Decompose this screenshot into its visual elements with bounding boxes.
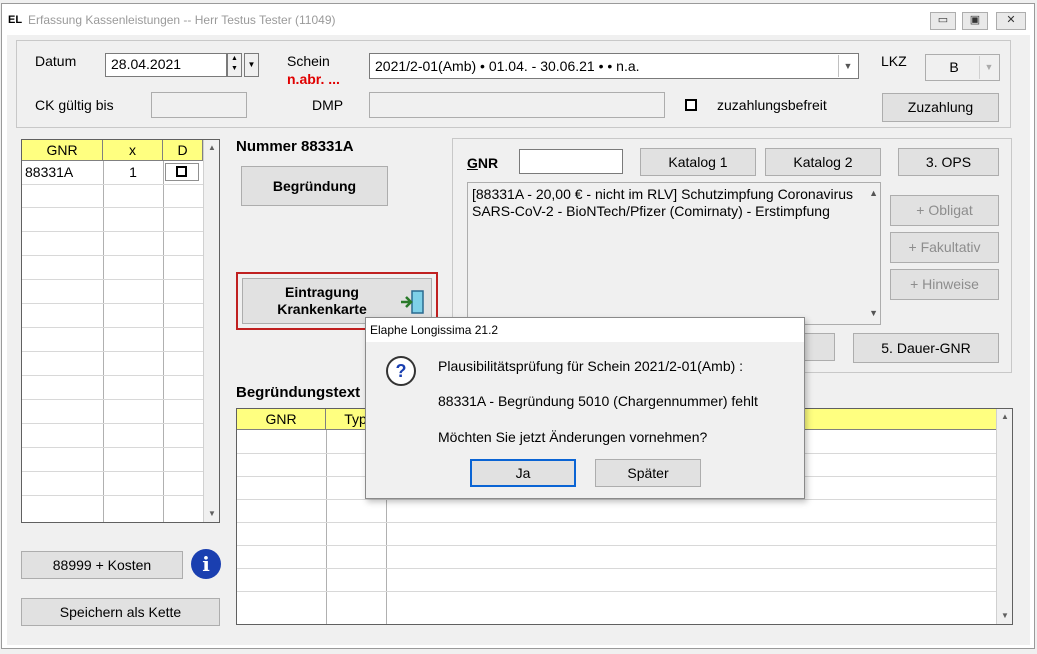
row-line xyxy=(22,279,203,280)
schein-select-value: 2021/2-01(Amb) • 01.04. - 30.06.21 • • n… xyxy=(375,58,640,74)
question-icon: ? xyxy=(386,356,416,386)
hinweise-button[interactable]: + Hinweise xyxy=(890,269,999,300)
col-header-gnr[interactable]: GNR xyxy=(237,409,326,430)
dmp-field xyxy=(369,92,665,118)
eintragung-label-2: Krankenkarte xyxy=(277,301,367,317)
row-line xyxy=(22,303,203,304)
dialog-title[interactable]: Elaphe Longissima 21.2 xyxy=(366,318,804,342)
obligat-button[interactable]: + Obligat xyxy=(890,195,999,226)
chevron-down-icon[interactable]: ▼ xyxy=(838,55,857,77)
info-icon[interactable]: i xyxy=(191,549,221,579)
row-line xyxy=(237,591,996,592)
row-line xyxy=(22,495,203,496)
katalog1-button[interactable]: Katalog 1 xyxy=(640,148,756,176)
close-button[interactable]: ✕ xyxy=(996,12,1026,30)
d-checkbox[interactable] xyxy=(176,166,187,177)
dauer-gnr-button[interactable]: 5. Dauer-GNR xyxy=(853,333,999,363)
row-line xyxy=(22,423,203,424)
gnr-search-label: GNR xyxy=(467,155,499,171)
datum-label: Datum xyxy=(35,53,77,69)
scroll-up-icon[interactable]: ▲ xyxy=(869,185,878,202)
row-line xyxy=(237,522,996,523)
row-line xyxy=(22,327,203,328)
cell-d[interactable] xyxy=(165,163,199,181)
row-line xyxy=(22,471,203,472)
col-divider xyxy=(103,161,104,522)
datum-spinner[interactable]: ▲ ▼ xyxy=(227,53,242,77)
row-line xyxy=(22,231,203,232)
schein-select[interactable]: 2021/2-01(Amb) • 01.04. - 30.06.21 • • n… xyxy=(369,53,859,79)
kosten-button[interactable]: 88999 + Kosten xyxy=(21,551,183,579)
header-group: Datum 28.04.2021 ▲ ▼ ▼ Schein n.abr. ...… xyxy=(16,40,1011,128)
description-box[interactable]: [88331A - 20,00 € - nicht im RLV] Schutz… xyxy=(467,182,881,325)
lkz-chevron-icon[interactable]: ▼ xyxy=(979,56,998,79)
col-divider xyxy=(326,430,327,624)
spin-down-icon: ▼ xyxy=(231,65,238,72)
scroll-up-icon[interactable]: ▲ xyxy=(204,140,219,156)
begruendung-table-scrollbar[interactable]: ▲ ▼ xyxy=(996,409,1012,624)
col-header-x[interactable]: x xyxy=(103,140,163,161)
datum-dropdown-icon[interactable]: ▼ xyxy=(244,53,259,77)
speichern-kette-button[interactable]: Speichern als Kette xyxy=(21,598,220,626)
dialog-line-3: Möchten Sie jetzt Änderungen vornehmen? xyxy=(438,429,708,445)
row-line xyxy=(237,545,996,546)
minimize-button[interactable]: ▭ xyxy=(930,12,956,30)
scroll-down-icon[interactable]: ▼ xyxy=(204,506,219,522)
zuzahlungsbefreit-label: zuzahlungsbefreit xyxy=(717,97,827,113)
gnr-table-scrollbar[interactable]: ▲ ▼ xyxy=(203,140,219,522)
row-line xyxy=(22,207,203,208)
cell-x: 1 xyxy=(129,164,137,180)
gnr-search-input[interactable] xyxy=(519,149,623,174)
gnr-table[interactable]: GNR x D 88331A 1 ▲ ▼ xyxy=(21,139,220,523)
col-divider xyxy=(163,161,164,522)
row-line xyxy=(237,499,996,500)
scroll-up-icon[interactable]: ▲ xyxy=(997,409,1012,425)
begruendungstext-title: Begründungstext xyxy=(236,384,361,401)
row-line xyxy=(22,351,203,352)
scroll-down-icon[interactable]: ▼ xyxy=(869,305,878,322)
katalog2-button[interactable]: Katalog 2 xyxy=(765,148,881,176)
ja-button[interactable]: Ja xyxy=(470,459,576,487)
schein-status: n.abr. ... xyxy=(287,71,340,87)
door-exit-icon xyxy=(401,290,424,314)
title-bar[interactable]: EL Erfassung Kassenleistungen -- Herr Te… xyxy=(2,4,1034,34)
scroll-down-icon[interactable]: ▼ xyxy=(997,608,1012,624)
eintragung-label-1: Eintragung xyxy=(285,284,359,300)
col-header-d[interactable]: D xyxy=(163,140,203,161)
datum-field[interactable]: 28.04.2021 xyxy=(105,53,227,77)
schein-label: Schein xyxy=(287,53,330,69)
nummer-title: Nummer 88331A xyxy=(236,138,354,155)
dmp-label: DMP xyxy=(312,97,344,113)
row-line xyxy=(22,375,203,376)
lkz-label: LKZ xyxy=(881,53,907,69)
cell-gnr: 88331A xyxy=(25,164,74,180)
row-line xyxy=(22,184,203,185)
table-row[interactable]: 88331A 1 xyxy=(22,161,203,184)
maximize-button[interactable]: ▣ xyxy=(962,12,988,30)
ops-button[interactable]: 3. OPS xyxy=(898,148,999,176)
plausibility-dialog: Elaphe Longissima 21.2 ? Plausibilitätsp… xyxy=(365,317,805,499)
row-line xyxy=(22,399,203,400)
ck-label: CK gültig bis xyxy=(35,97,114,113)
begruendung-button[interactable]: Begründung xyxy=(241,166,388,206)
zuzahlung-button[interactable]: Zuzahlung xyxy=(882,93,999,122)
ck-field xyxy=(151,92,247,118)
lkz-select[interactable]: B ▼ xyxy=(925,54,1000,81)
app-icon: EL xyxy=(8,14,23,26)
zuzahlungsbefreit-checkbox[interactable] xyxy=(685,99,697,111)
spaeter-button[interactable]: Später xyxy=(595,459,701,487)
spin-up-icon: ▲ xyxy=(231,55,238,62)
row-line xyxy=(22,255,203,256)
row-line xyxy=(237,568,996,569)
dialog-line-2: 88331A - Begründung 5010 (Chargennummer)… xyxy=(438,393,758,409)
dialog-line-1: Plausibilitätsprüfung für Schein 2021/2-… xyxy=(438,358,744,374)
row-line xyxy=(22,447,203,448)
lkz-value: B xyxy=(949,59,959,75)
description-text: [88331A - 20,00 € - nicht im RLV] Schutz… xyxy=(472,186,854,219)
fakultativ-button[interactable]: + Fakultativ xyxy=(890,232,999,263)
window-title: Erfassung Kassenleistungen -- Herr Testu… xyxy=(28,13,336,27)
col-header-gnr[interactable]: GNR xyxy=(22,140,103,161)
